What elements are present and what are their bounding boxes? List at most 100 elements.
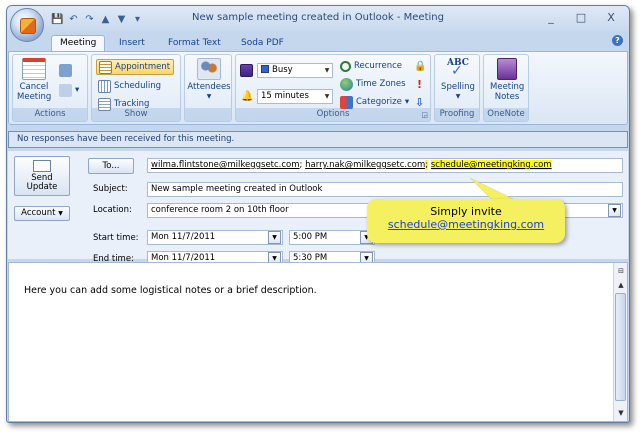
scroll-down-arrow-icon[interactable]: ▼ [614,407,628,419]
send-update-label: Send Update [26,173,58,192]
appointment-button[interactable]: Appointment [96,59,175,75]
private-lock-icon[interactable]: 🔒 [414,58,426,74]
show-group-label: Show [124,109,148,119]
location-value: conference room 2 on 10th floor [151,205,289,215]
to-field[interactable]: wilma.flintstone@milkeggsetc.com; harry.… [147,158,623,173]
account-button[interactable]: Account ▼ [14,206,70,221]
reminder-value: 15 minutes [261,91,309,101]
spelling-button[interactable]: ABC ✓ Spelling ▼ [437,58,479,102]
spelling-icon: ABC ✓ [437,58,479,82]
options-group-label: Options [316,109,350,119]
recipient-separator: ; [425,160,429,170]
globe-icon [340,77,353,91]
options-group: Busy ▼ 🔔 15 minutes ▼ Recurrence Time Zo… [235,54,431,122]
attendees-label: Attendees [187,82,231,92]
callout-box: Simply invite schedule@meetingking.com [367,199,565,243]
reminder-bell-icon: 🔔 [241,90,254,102]
message-body[interactable]: Here you can add some logistical notes o… [8,262,628,422]
scheduling-label: Scheduling [114,81,161,91]
send-update-button[interactable]: Send Update [14,156,70,196]
time-zones-label: Time Zones [356,79,406,89]
high-importance-icon[interactable]: ! [417,76,422,92]
minimize-button[interactable]: _ [537,10,565,26]
forward-button[interactable] [59,62,72,78]
actions-group: Cancel Meeting ▾ Actions [12,54,88,122]
recurrence-label: Recurrence [354,61,402,71]
ruler-toggle-icon[interactable]: ⊟ [614,265,628,277]
window-title: New sample meeting created in Outlook - … [192,12,444,23]
subject-label: Subject: [93,184,128,194]
recipient-separator: ; [299,160,303,170]
tab-format-text[interactable]: Format Text [160,36,229,50]
recurrence-button[interactable]: Recurrence [340,58,402,74]
ribbon: Cancel Meeting ▾ Actions Appointment Sch… [8,51,628,125]
dropdown-arrow-icon: ▼ [206,93,212,100]
attendees-group: Attendees ▼ [184,54,232,122]
show-as-icon [240,62,253,78]
attendees-icon [197,58,221,80]
spelling-label: Spelling [441,82,475,92]
window-controls: _ □ X [537,10,625,26]
vertical-scrollbar[interactable]: ⊟ ▲ ▼ [613,263,627,421]
start-time-label: Start time: [93,233,139,243]
recipient-2[interactable]: harry.nak@milkeggsetc.com [305,160,425,170]
actions-group-label: Actions [34,109,66,119]
dropdown-arrow-icon: ▼ [324,93,330,100]
start-date-input[interactable]: Mon 11/7/2011 [147,230,283,245]
callout-link[interactable]: schedule@meetingking.com [367,218,565,231]
dropdown-arrow-icon: ▼ [455,93,461,100]
office-button[interactable] [10,8,44,42]
office-logo-icon [20,18,36,34]
dropdown-arrow-icon: ▾ [404,97,410,107]
info-bar: No responses have been received for this… [8,131,628,148]
recurrence-icon [340,60,351,72]
recipient-1[interactable]: wilma.flintstone@milkeggsetc.com [151,160,300,170]
time-zones-button[interactable]: Time Zones [340,76,406,92]
scheduling-icon [98,79,111,93]
show-as-select[interactable]: Busy ▼ [257,63,333,78]
close-button[interactable]: X [597,10,625,26]
attendees-button[interactable]: Attendees ▼ [187,58,231,102]
scheduling-button[interactable]: Scheduling [98,78,161,94]
forward-icon [59,63,72,77]
tab-meeting[interactable]: Meeting [51,35,106,52]
tab-soda-pdf[interactable]: Soda PDF [233,36,292,50]
address-icon [59,83,72,97]
tab-insert[interactable]: Insert [111,36,153,50]
ribbon-tabs: Meeting Insert Format Text Soda PDF [7,33,629,52]
envelope-icon [33,160,51,172]
maximize-button[interactable]: □ [567,10,595,26]
subject-input[interactable]: New sample meeting created in Outlook [147,182,623,197]
cancel-meeting-button[interactable]: Cancel Meeting [15,58,53,102]
scrollbar-thumb[interactable] [615,293,626,401]
busy-swatch-icon [261,65,269,73]
meeting-notes-button[interactable]: Meeting Notes [486,58,528,102]
calendar-cancel-icon [22,58,46,80]
appointment-label: Appointment [115,62,171,72]
onenote-group: Meeting Notes OneNote [483,54,529,122]
help-icon[interactable]: ? [612,35,623,46]
cancel-meeting-label: Cancel Meeting [17,82,52,102]
start-date-dropdown-button[interactable]: ▼ [268,231,281,244]
dropdown-arrow-icon: ▼ [324,67,330,74]
scroll-up-arrow-icon[interactable]: ▲ [614,279,628,291]
callout-line-1: Simply invite [430,205,502,218]
meeting-notes-label: Meeting Notes [490,82,525,102]
location-label: Location: [93,205,132,215]
dropdown-arrow-icon: ▼ [58,210,63,217]
proofing-group-label: Proofing [439,109,475,119]
recipient-3[interactable]: schedule@meetingking.com [430,160,552,170]
onenote-icon [497,58,517,80]
to-button[interactable]: To... [88,158,134,174]
show-group: Appointment Scheduling Tracking Show [91,54,181,122]
reminder-select[interactable]: 15 minutes ▼ [257,89,333,104]
dropdown-arrow-icon: ▾ [75,85,80,95]
dialog-launcher-icon[interactable]: ◲ [421,111,428,119]
checkmark-icon: ✓ [451,63,463,79]
location-dropdown-button[interactable]: ▼ [608,204,621,217]
busy-value: Busy [272,65,293,75]
delete-button[interactable]: ▾ [59,82,79,98]
categorize-icon [340,95,353,109]
categorize-label: Categorize [356,97,402,107]
body-text: Here you can add some logistical notes o… [24,285,317,296]
